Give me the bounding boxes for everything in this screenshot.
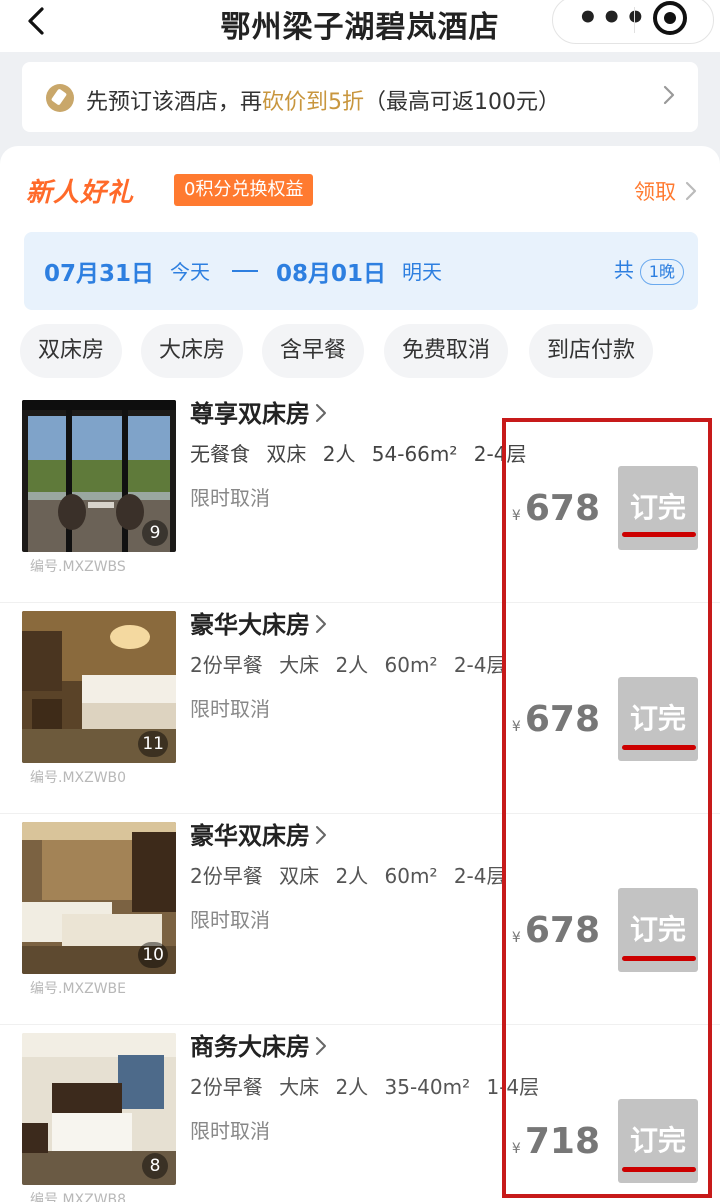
checkin-date: 07月31日 bbox=[44, 261, 155, 287]
hotel-room-list-page: 鄂州梁子湖碧岚酒店 ••• 先预订该酒店，再砍价到5折（最高可返100元） 新人… bbox=[0, 0, 720, 1202]
nights-total-label: 共 bbox=[613, 258, 634, 282]
cancel-policy: 限时取消 bbox=[190, 1119, 270, 1143]
room-code: 编号.MXZWB8 bbox=[30, 1192, 127, 1202]
chevron-right-icon bbox=[316, 615, 326, 633]
date-range-dash bbox=[232, 270, 258, 272]
photo-count-badge: 10 bbox=[138, 942, 168, 968]
top-nav-bar: 鄂州梁子湖碧岚酒店 ••• bbox=[0, 0, 720, 52]
more-dots-icon[interactable]: ••• bbox=[577, 1, 648, 35]
chevron-right-icon bbox=[663, 85, 675, 105]
filter-pay-at-hotel[interactable]: 到店付款 bbox=[529, 324, 654, 378]
cancel-policy: 限时取消 bbox=[190, 908, 270, 932]
promo-text: 先预订该酒店，再砍价到5折（最高可返100元） bbox=[86, 84, 560, 116]
room-name[interactable]: 商务大床房 bbox=[190, 1027, 328, 1062]
room-description: 2份早餐 大床 2人 60m² 2-4层 bbox=[190, 653, 507, 677]
room-code: 编号.MXZWBE bbox=[30, 981, 127, 997]
room-description: 2份早餐 双床 2人 60m² 2-4层 bbox=[190, 864, 507, 888]
room-description: 2份早餐 大床 2人 35-40m² 1-4层 bbox=[190, 1075, 540, 1099]
room-name-label: 尊享双床房 bbox=[190, 400, 310, 428]
nights-pill: 1晚 bbox=[639, 259, 684, 285]
checkout-day-label: 明天 bbox=[402, 260, 442, 284]
bargain-icon bbox=[46, 84, 74, 112]
room-name-label: 豪华大床房 bbox=[190, 611, 310, 639]
photo-count-badge: 9 bbox=[142, 520, 168, 546]
chevron-right-icon bbox=[685, 181, 697, 201]
room-name[interactable]: 豪华大床房 bbox=[190, 605, 328, 640]
capsule-divider bbox=[634, 7, 635, 33]
filter-free-cancel[interactable]: 免费取消 bbox=[384, 324, 509, 378]
claim-label: 领取 bbox=[634, 180, 676, 204]
room-name[interactable]: 豪华双床房 bbox=[190, 816, 328, 851]
chevron-right-icon bbox=[316, 404, 326, 422]
photo-count-badge: 8 bbox=[142, 1153, 168, 1179]
room-code: 编号.MXZWBS bbox=[30, 559, 126, 575]
stay-dates-selector[interactable]: 07月31日 今天 08月01日 明天 共 1晚 bbox=[24, 232, 698, 310]
room-name-label: 豪华双床房 bbox=[190, 822, 310, 850]
cancel-policy: 限时取消 bbox=[190, 697, 270, 721]
room-code: 编号.MXZWB0 bbox=[30, 770, 127, 786]
points-exchange-badge: 0积分兑换权益 bbox=[174, 174, 314, 206]
target-icon[interactable] bbox=[653, 1, 687, 35]
promo-suffix: （最高可返100元） bbox=[364, 90, 561, 115]
bargain-promo-banner[interactable]: 先预订该酒店，再砍价到5折（最高可返100元） bbox=[22, 62, 698, 132]
chevron-right-icon bbox=[316, 826, 326, 844]
room-description: 无餐食 双床 2人 54-66m² 2-4层 bbox=[190, 442, 527, 466]
checkin-day-label: 今天 bbox=[170, 260, 210, 284]
mini-program-capsule: ••• bbox=[552, 0, 714, 44]
new-user-gift-title: 新人好礼 bbox=[26, 178, 135, 208]
filter-breakfast[interactable]: 含早餐 bbox=[262, 324, 365, 378]
filter-twin-room[interactable]: 双床房 bbox=[20, 324, 123, 378]
nights-total: 共 1晚 bbox=[614, 254, 684, 285]
promo-highlight: 砍价到5折 bbox=[262, 90, 365, 115]
room-photo[interactable]: 9 bbox=[22, 400, 176, 552]
promo-prefix: 先预订该酒店，再 bbox=[86, 90, 263, 115]
room-name[interactable]: 尊享双床房 bbox=[190, 394, 328, 429]
claim-button[interactable]: 领取 bbox=[634, 176, 698, 206]
checkout-date: 08月01日 bbox=[276, 261, 387, 287]
annotation-highlight-box bbox=[502, 418, 712, 1198]
chevron-right-icon bbox=[316, 1037, 326, 1055]
room-name-label: 商务大床房 bbox=[190, 1033, 310, 1061]
cancel-policy: 限时取消 bbox=[190, 486, 270, 510]
photo-count-badge: 11 bbox=[138, 731, 168, 757]
room-photo[interactable]: 10 bbox=[22, 822, 176, 974]
room-photo[interactable]: 11 bbox=[22, 611, 176, 763]
filter-king-room[interactable]: 大床房 bbox=[141, 324, 244, 378]
room-photo[interactable]: 8 bbox=[22, 1033, 176, 1185]
